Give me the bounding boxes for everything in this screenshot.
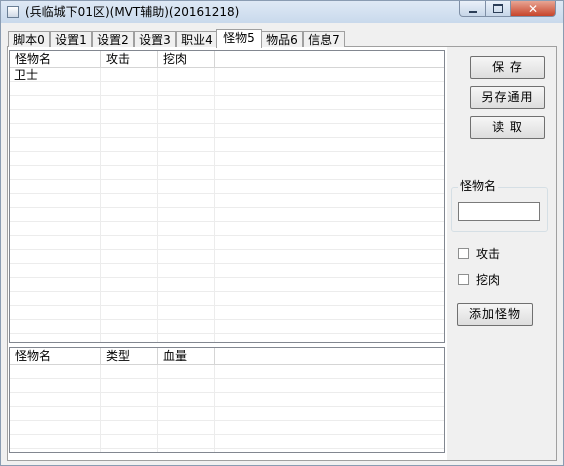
tab-settings-2[interactable]: 设置2 — [92, 31, 134, 47]
column-divider — [100, 365, 101, 452]
tab-profession[interactable]: 职业4 — [176, 31, 218, 47]
attack-checkbox-box[interactable] — [458, 247, 469, 259]
monster-name-input[interactable] — [458, 202, 540, 221]
minimize-button[interactable] — [459, 1, 486, 17]
column-header-attack[interactable]: 攻击 — [101, 51, 158, 67]
column-header-hp[interactable]: 血量 — [158, 348, 215, 364]
dig-checkbox[interactable]: 挖肉 — [458, 272, 501, 287]
maximize-icon — [493, 4, 503, 13]
save-button[interactable]: 保 存 — [470, 56, 545, 79]
monster-name-group-label: 怪物名 — [458, 179, 499, 193]
tab-monsters[interactable]: 怪物5 — [216, 29, 262, 48]
column-divider — [157, 365, 158, 452]
tab-info[interactable]: 信息7 — [303, 31, 345, 47]
type-list-rows — [10, 365, 444, 452]
minimize-icon — [468, 10, 477, 13]
save-as-common-button[interactable]: 另存通用 — [470, 86, 545, 109]
dig-checkbox-label: 挖肉 — [476, 272, 501, 287]
table-cell-monster-name[interactable]: 卫士 — [14, 68, 38, 82]
close-button[interactable]: ✕ — [510, 1, 556, 17]
column-header-monster-name[interactable]: 怪物名 — [10, 51, 101, 67]
tab-script[interactable]: 脚本0 — [8, 31, 50, 47]
tab-settings-1[interactable]: 设置1 — [50, 31, 92, 47]
tab-settings-3[interactable]: 设置3 — [134, 31, 176, 47]
add-monster-button[interactable]: 添加怪物 — [457, 303, 533, 326]
column-divider — [157, 68, 158, 342]
read-button[interactable]: 读 取 — [470, 116, 545, 139]
column-header-dig[interactable]: 挖肉 — [158, 51, 215, 67]
column-header-type[interactable]: 类型 — [101, 348, 158, 364]
app-icon — [7, 6, 19, 18]
monster-list-rows — [10, 68, 444, 342]
monster-list[interactable]: 怪物名 攻击 挖肉 卫士 — [9, 50, 445, 343]
column-divider — [214, 68, 215, 342]
dig-checkbox-box[interactable] — [458, 273, 469, 285]
maximize-button[interactable] — [485, 1, 511, 17]
attack-checkbox[interactable]: 攻击 — [458, 246, 501, 261]
close-icon: ✕ — [527, 1, 539, 16]
window-title: (兵临城下01区)(MVT辅助)(20161218) — [25, 5, 240, 19]
column-header-monster-name[interactable]: 怪物名 — [10, 348, 101, 364]
attack-checkbox-label: 攻击 — [476, 246, 501, 261]
monster-list-header: 怪物名 攻击 挖肉 — [10, 51, 444, 68]
type-list-header: 怪物名 类型 血量 — [10, 348, 444, 365]
title-bar[interactable]: (兵临城下01区)(MVT辅助)(20161218) ✕ — [1, 1, 563, 23]
column-divider — [214, 365, 215, 452]
column-divider — [100, 68, 101, 342]
monster-type-list[interactable]: 怪物名 类型 血量 — [9, 347, 445, 453]
tab-items[interactable]: 物品6 — [261, 31, 303, 47]
